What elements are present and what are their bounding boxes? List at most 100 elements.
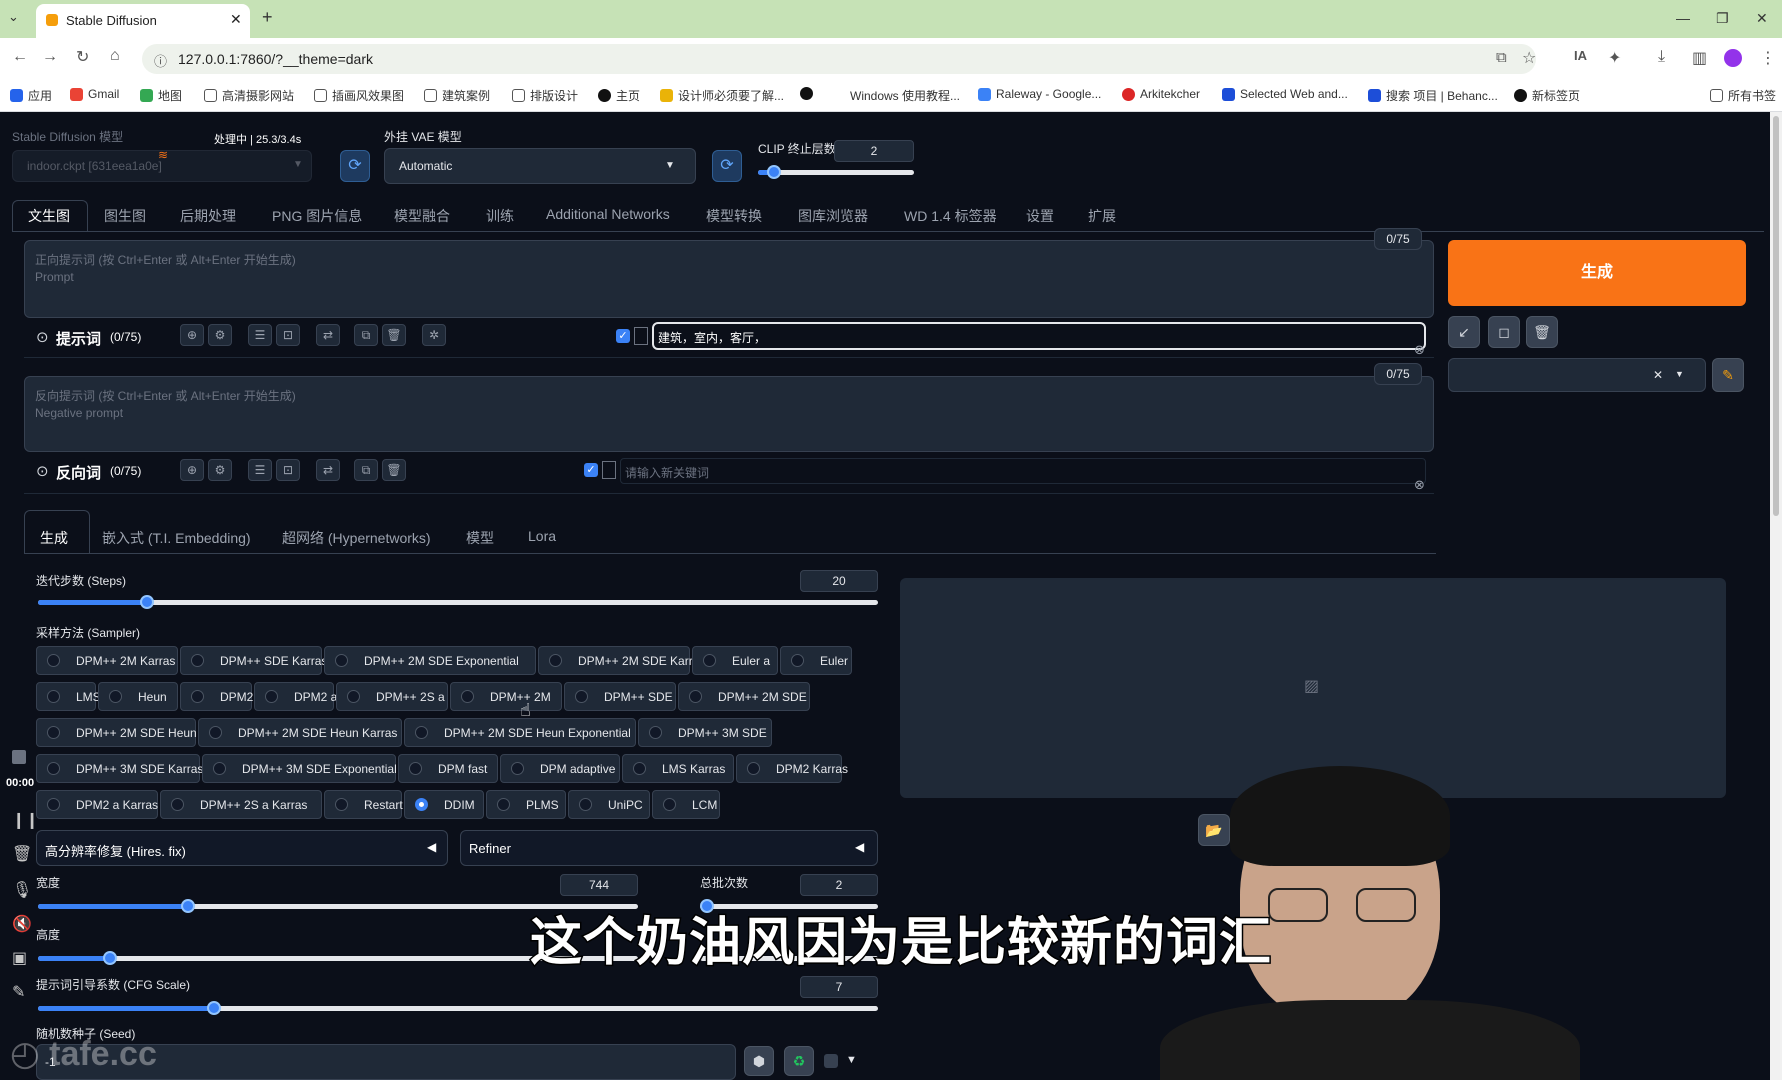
extra-seed-checkbox[interactable] bbox=[824, 1054, 838, 1068]
prompt-textarea[interactable]: 正向提示词 (按 Ctrl+Enter 或 Alt+Enter 开始生成) Pr… bbox=[24, 240, 1434, 318]
steps-handle[interactable] bbox=[140, 595, 154, 609]
sampler-option[interactable]: DPM adaptive bbox=[500, 754, 620, 783]
gear-alt-icon[interactable]: ✲ bbox=[422, 324, 446, 346]
speaker-mute-icon[interactable]: 🔇 bbox=[12, 914, 32, 934]
restore-icon[interactable]: ❐ bbox=[1716, 10, 1729, 27]
bookmark-item[interactable]: Windows 使用教程... bbox=[850, 87, 960, 104]
edit-styles-pencil-icon[interactable]: ✎ bbox=[1712, 358, 1744, 392]
bookmark-item[interactable]: 地图 bbox=[140, 87, 182, 104]
settings-gear-icon[interactable]: ⚙ bbox=[208, 324, 232, 346]
pen-icon[interactable]: ✎ bbox=[12, 982, 25, 1002]
bookmark-icon[interactable]: ⊡ bbox=[276, 324, 300, 346]
vae-dropdown[interactable]: Automatic ▼ bbox=[384, 148, 696, 184]
subtab-lora[interactable]: Lora bbox=[528, 528, 556, 544]
batch-count-input[interactable]: 2 bbox=[800, 874, 878, 896]
sampler-option[interactable]: DPM++ 2S a Karras bbox=[160, 790, 322, 819]
tab-list-chevron-icon[interactable]: ⌄ bbox=[8, 9, 19, 25]
bookmark-folder[interactable]: 插画风效果图 bbox=[314, 87, 404, 104]
download-icon[interactable]: ⤓ bbox=[1658, 48, 1665, 66]
bookmark-folder[interactable]: 排版设计 bbox=[512, 87, 578, 104]
sampler-option[interactable]: LMS Karras bbox=[622, 754, 734, 783]
expand-icon[interactable]: ⊗ bbox=[1414, 477, 1425, 493]
scrollbar-thumb[interactable] bbox=[1773, 116, 1779, 516]
bookmark-item[interactable] bbox=[800, 87, 813, 100]
tab-image-browser[interactable]: 图库浏览器 bbox=[798, 206, 868, 226]
clip-skip-input[interactable]: 2 bbox=[834, 140, 914, 162]
page-scrollbar[interactable] bbox=[1770, 112, 1782, 1080]
tab-extensions[interactable]: 扩展 bbox=[1088, 206, 1116, 226]
delete-record-icon[interactable]: 🗑 bbox=[12, 844, 32, 864]
extensions-puzzle-icon[interactable]: ✦ bbox=[1608, 48, 1621, 68]
bookmark-item[interactable]: Raleway - Google... bbox=[978, 87, 1101, 101]
sampler-option[interactable]: DPM++ SDE bbox=[564, 682, 676, 711]
sampler-option[interactable]: DDIM bbox=[404, 790, 484, 819]
sampler-option[interactable]: DPM++ 2M Karras bbox=[36, 646, 178, 675]
extra-seed-arrow-icon[interactable]: ▼ bbox=[846, 1054, 857, 1066]
hires-fix-accordion[interactable]: 高分辨率修复 (Hires. fix) ◀ bbox=[36, 830, 448, 866]
back-icon[interactable]: ← bbox=[12, 48, 28, 66]
bookmark-item[interactable]: 搜索 项目 | Behanc... bbox=[1368, 87, 1498, 104]
window-close-icon[interactable]: ✕ bbox=[1756, 10, 1768, 27]
settings-gear-icon[interactable]: ⚙ bbox=[208, 459, 232, 481]
square-icon[interactable]: ◻ bbox=[1488, 316, 1520, 348]
refresh-model-button[interactable]: ⟳ bbox=[340, 150, 370, 182]
negative-keyword-input[interactable]: 请输入新关键词 bbox=[620, 458, 1426, 484]
steps-input[interactable]: 20 bbox=[800, 570, 878, 592]
bookmark-item[interactable]: Selected Web and... bbox=[1222, 87, 1348, 101]
sampler-option[interactable]: UniPC bbox=[568, 790, 650, 819]
sampler-option[interactable]: PLMS bbox=[486, 790, 566, 819]
tab-additional-networks[interactable]: Additional Networks bbox=[546, 206, 670, 222]
bookmark-item[interactable]: Gmail bbox=[70, 87, 119, 101]
clear-trash-icon[interactable]: 🗑 bbox=[1526, 316, 1558, 348]
bookmark-item[interactable]: 新标签页 bbox=[1514, 87, 1580, 104]
extension-ia-icon[interactable]: IA bbox=[1574, 48, 1587, 63]
sampler-option[interactable]: LCM bbox=[652, 790, 720, 819]
tab-png-info[interactable]: PNG 图片信息 bbox=[272, 206, 362, 226]
sampler-option[interactable]: DPM++ 2S a bbox=[336, 682, 448, 711]
prompt-keyword-checkbox[interactable]: ✓ bbox=[616, 329, 630, 343]
stop-record-icon[interactable] bbox=[12, 750, 26, 764]
bookmark-star-icon[interactable]: ☆ bbox=[1522, 48, 1536, 68]
camera-icon[interactable]: ▣ bbox=[12, 948, 27, 968]
steps-slider[interactable] bbox=[38, 595, 878, 609]
sampler-option[interactable]: DPM2 bbox=[180, 682, 253, 711]
close-tab-icon[interactable]: ✕ bbox=[230, 11, 242, 28]
translate-globe-icon[interactable]: ⊕ bbox=[180, 324, 204, 346]
refiner-accordion[interactable]: Refiner ◀ bbox=[460, 830, 878, 866]
prompt-keyword-input[interactable]: 建筑，室内，客厅， bbox=[652, 322, 1426, 350]
subtab-checkpoints[interactable]: 模型 bbox=[466, 528, 494, 548]
collapse-icon[interactable]: ⊙ bbox=[36, 328, 49, 346]
sampler-option[interactable]: LMS bbox=[36, 682, 101, 711]
sampler-option[interactable]: DPM++ 2M SDE Heun Exponential bbox=[404, 718, 636, 747]
sampler-option[interactable]: Restart bbox=[324, 790, 403, 819]
subtab-embedding[interactable]: 嵌入式 (T.I. Embedding) bbox=[102, 528, 251, 548]
bookmark-item[interactable]: 主页 bbox=[598, 87, 640, 104]
translate-globe-icon[interactable]: ⊕ bbox=[180, 459, 204, 481]
height-handle[interactable] bbox=[103, 951, 117, 965]
sampler-option[interactable]: DPM++ 3M SDE Exponential bbox=[202, 754, 397, 783]
generate-button[interactable]: 生成 bbox=[1448, 240, 1746, 306]
translate-icon[interactable]: ⇄ bbox=[316, 459, 340, 481]
negative-prompt-textarea[interactable]: 反向提示词 (按 Ctrl+Enter 或 Alt+Enter 开始生成) Ne… bbox=[24, 376, 1434, 452]
address-bar[interactable]: ⓘ 127.0.0.1:7860/?__theme=dark ⧉ ☆ bbox=[142, 44, 1536, 74]
sampler-option[interactable]: DPM++ 2M SDE Exponential bbox=[324, 646, 536, 675]
collapse-icon[interactable]: ⊙ bbox=[36, 462, 49, 480]
sampler-option[interactable]: Heun bbox=[98, 682, 178, 711]
negative-keyword-toggle[interactable] bbox=[602, 461, 616, 479]
subtab-hypernetworks[interactable]: 超网络 (Hypernetworks) bbox=[282, 528, 431, 548]
sampler-option[interactable]: DPM++ 2M SDE Heun Karras bbox=[198, 718, 402, 747]
tab-settings[interactable]: 设置 bbox=[1026, 206, 1054, 226]
tab-extras[interactable]: 后期处理 bbox=[180, 206, 236, 226]
cfg-handle[interactable] bbox=[207, 1001, 221, 1015]
sampler-option[interactable]: DPM++ 2M bbox=[450, 682, 562, 711]
trash-icon[interactable]: 🗑 bbox=[382, 459, 406, 481]
bookmark-folder[interactable]: 高清摄影网站 bbox=[204, 87, 294, 104]
pause-icon[interactable]: ❙❙ bbox=[12, 810, 39, 830]
reload-icon[interactable]: ↻ bbox=[76, 47, 89, 67]
negative-keyword-checkbox[interactable]: ✓ bbox=[584, 463, 598, 477]
sampler-option[interactable]: DPM++ 3M SDE Karras bbox=[36, 754, 203, 783]
new-tab-button[interactable]: + bbox=[262, 7, 273, 28]
sampler-option[interactable]: DPM++ 2M SDE Heun bbox=[36, 718, 197, 747]
sampler-option[interactable]: DPM++ 2M SDE Karras bbox=[538, 646, 705, 675]
translate-icon[interactable]: ⇄ bbox=[316, 324, 340, 346]
